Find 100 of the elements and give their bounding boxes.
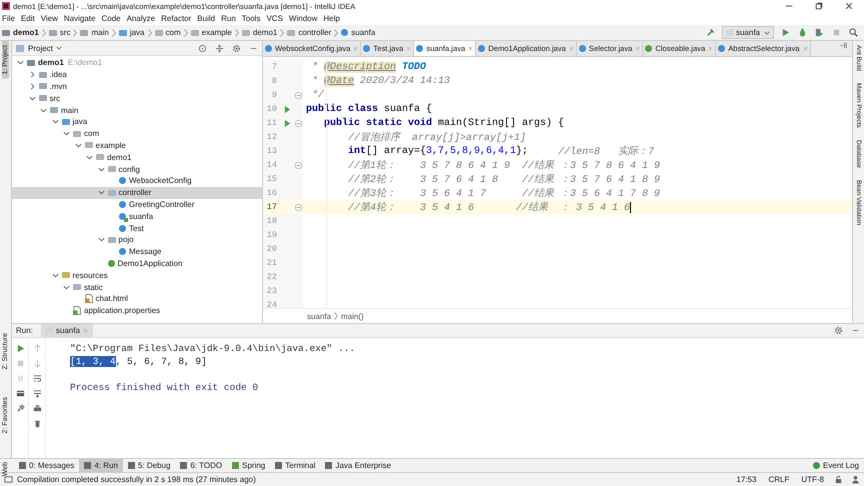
tree-item[interactable]: pojo <box>12 234 262 246</box>
menu-item[interactable]: VCS <box>266 14 283 23</box>
breadcrumb[interactable]: java <box>130 28 144 37</box>
run-marker-icon[interactable] <box>284 104 290 114</box>
settings-icon[interactable] <box>232 44 241 52</box>
menu-item[interactable]: Help <box>323 14 340 23</box>
menu-item[interactable]: View <box>40 14 58 23</box>
fold-marker-icon[interactable] <box>294 204 302 210</box>
menu-item[interactable]: Edit <box>20 14 35 23</box>
run-tab[interactable]: suanfa <box>40 324 93 337</box>
coverage-icon[interactable] <box>815 28 824 37</box>
tool-window-tab[interactable]: Spring <box>227 459 270 472</box>
tree-item[interactable]: WebsocketConfig <box>12 174 262 187</box>
tool-window-tab[interactable]: 6: TODO <box>175 459 228 472</box>
breadcrumb[interactable]: controller <box>298 28 332 37</box>
run-config-dropdown[interactable]: suanfa <box>722 26 774 39</box>
menu-item[interactable]: Navigate <box>64 14 96 23</box>
tree-item[interactable]: src <box>12 92 262 104</box>
tree-item[interactable]: suanfa <box>12 210 262 222</box>
tree-item[interactable]: resources <box>12 269 262 282</box>
tree-item[interactable]: .idea <box>12 68 262 81</box>
tree-item[interactable]: java <box>12 116 262 128</box>
run-icon[interactable] <box>781 28 790 37</box>
tree-item[interactable]: Demo1Application <box>12 258 262 270</box>
tool-window-tab[interactable]: 4: Run <box>79 459 123 472</box>
run-icon[interactable] <box>16 344 24 353</box>
tree-item[interactable]: demo1 E:\demo1 <box>12 57 262 69</box>
class-icon <box>416 45 424 52</box>
settings-icon[interactable] <box>834 326 843 335</box>
breadcrumb[interactable]: src <box>60 28 70 37</box>
caret-icon[interactable] <box>56 46 62 50</box>
fold-marker-icon[interactable] <box>294 120 302 126</box>
target-icon[interactable] <box>198 44 207 52</box>
tree-item[interactable]: config <box>12 163 262 175</box>
fold-marker-icon[interactable] <box>294 92 302 98</box>
maximize-icon[interactable] <box>815 2 823 10</box>
tree-item[interactable]: Message <box>12 246 262 258</box>
folder-icon <box>190 30 199 36</box>
menu-item[interactable]: Run <box>221 14 236 23</box>
panel-toggle-icon[interactable] <box>4 475 13 484</box>
class-icon <box>265 45 272 52</box>
breadcrumb[interactable]: suanfa <box>307 312 332 320</box>
menu-item[interactable]: Refactor <box>161 14 192 23</box>
tool-window-tab[interactable]: 5: Debug <box>122 459 176 472</box>
tree-item[interactable]: controller <box>12 186 262 199</box>
caret-icon[interactable] <box>764 30 770 34</box>
line-number: 11 <box>266 118 277 128</box>
trash-icon[interactable] <box>32 419 42 428</box>
breadcrumb[interactable]: com <box>166 28 181 37</box>
search-icon[interactable] <box>849 28 858 37</box>
menu-item[interactable]: File <box>2 14 15 23</box>
line-number: 8 <box>270 76 277 86</box>
fold-marker-icon[interactable] <box>294 162 302 168</box>
tree-item[interactable]: demo1 <box>12 151 262 164</box>
breadcrumb[interactable]: main() <box>341 312 364 320</box>
lock-icon[interactable] <box>834 475 843 484</box>
breadcrumb[interactable]: suanfa <box>351 28 376 37</box>
breadcrumb[interactable]: demo1 <box>13 28 39 37</box>
person-icon[interactable] <box>851 475 860 484</box>
tool-window-tab[interactable]: Java Enterprise <box>320 459 396 472</box>
tool-window-tab[interactable]: Terminal <box>270 459 320 472</box>
breadcrumb[interactable]: main <box>91 28 109 37</box>
breadcrumb[interactable]: example <box>202 28 232 37</box>
tree-item[interactable]: GreetingController <box>12 198 262 210</box>
close-icon[interactable] <box>845 2 853 10</box>
event-log-tab[interactable]: Event Log <box>808 459 864 472</box>
tree-item[interactable]: main <box>12 104 262 116</box>
soft-wrap-icon[interactable] <box>32 374 42 383</box>
tool-icon <box>19 462 26 469</box>
tree-item[interactable]: chat.html <box>12 292 262 305</box>
code-token: //len=8 实际：7 <box>557 144 654 158</box>
run-marker-icon[interactable] <box>284 118 290 128</box>
tree-label: src <box>50 94 60 103</box>
run-label: Run: <box>16 326 33 335</box>
tree-item[interactable]: Test <box>12 222 262 234</box>
print-icon[interactable] <box>32 404 42 413</box>
code-token: * <box>311 76 320 86</box>
menu-item[interactable]: Window <box>288 14 318 23</box>
tab-list-icon[interactable] <box>839 41 848 50</box>
collapse-icon[interactable] <box>215 44 224 52</box>
panel-title[interactable]: Project <box>28 44 53 52</box>
menu-item[interactable]: Code <box>101 14 121 23</box>
tree-item[interactable]: application.properties <box>12 304 262 317</box>
bug-icon[interactable] <box>798 28 807 37</box>
tree-item[interactable]: .mvn <box>12 80 262 92</box>
scroll-end-icon[interactable] <box>32 389 42 398</box>
file-encoding[interactable]: UTF-8 <box>801 475 824 484</box>
tree-item[interactable]: static <box>12 281 262 293</box>
line-separator[interactable]: CRLF <box>768 475 790 484</box>
menu-item[interactable]: Analyze <box>126 14 156 23</box>
breadcrumb[interactable]: demo1 <box>252 28 278 37</box>
cursor-position[interactable]: 17:53 <box>736 475 756 484</box>
menu-item[interactable]: Tools <box>242 14 260 23</box>
tree-item[interactable]: com <box>12 128 262 140</box>
tree-item[interactable]: example <box>12 140 262 152</box>
pin-icon[interactable] <box>16 404 24 413</box>
hammer-icon[interactable] <box>706 28 715 37</box>
menu-item[interactable]: Build <box>197 14 216 23</box>
layout-icon[interactable] <box>16 389 24 398</box>
tool-window-tab[interactable]: 0: Messages <box>14 459 80 472</box>
